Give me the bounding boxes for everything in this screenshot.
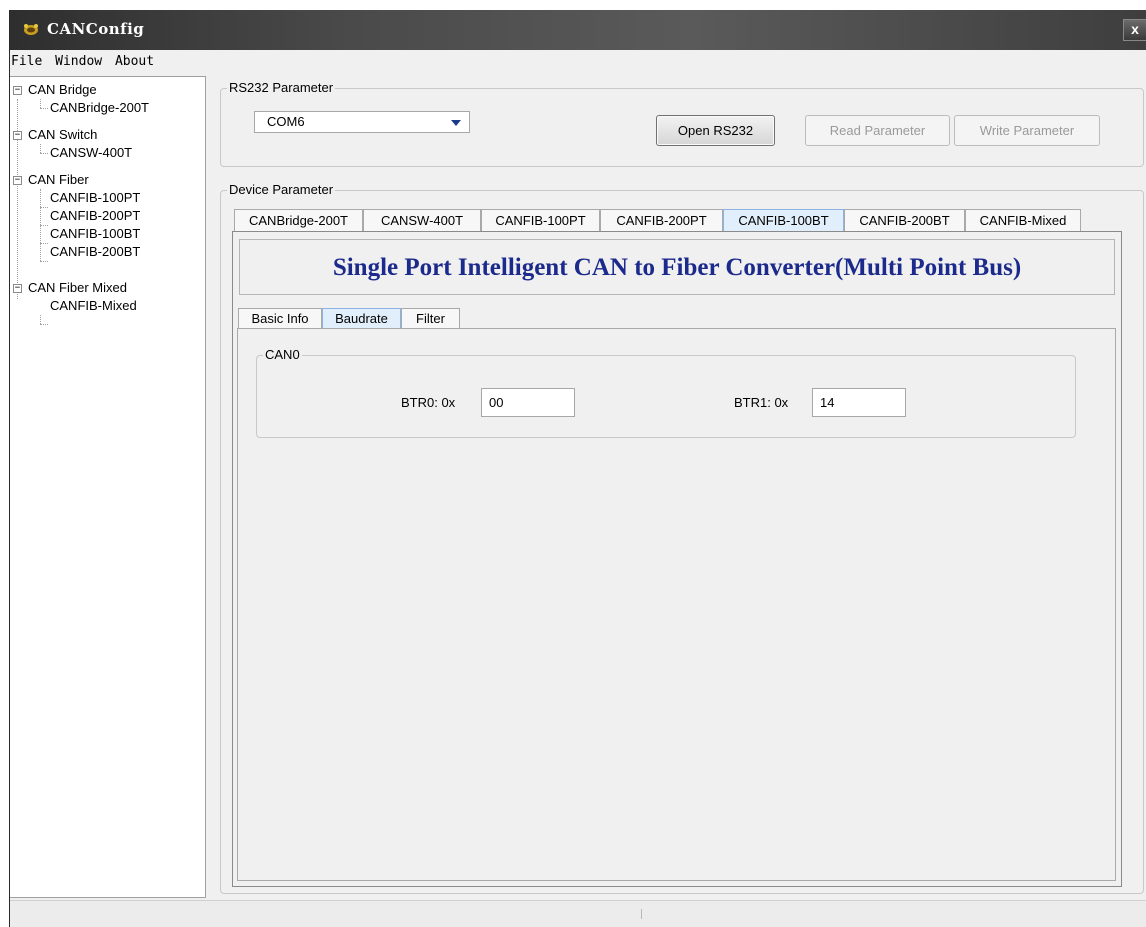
rs232-parameter-group: RS232 Parameter COM6 Open RS232 Read Par… bbox=[220, 80, 1144, 167]
btr0-label: BTR0: 0x bbox=[401, 395, 456, 410]
subtab-filter[interactable]: Filter bbox=[401, 308, 460, 328]
write-parameter-button[interactable]: Write Parameter bbox=[954, 115, 1100, 146]
title-bar[interactable]: CANConfig x bbox=[10, 10, 1146, 50]
can0-group-label: CAN0 bbox=[263, 347, 302, 363]
com-port-select[interactable]: COM6 bbox=[254, 111, 470, 133]
tree-group-can-bridge[interactable]: − CAN Bridge bbox=[13, 81, 97, 99]
tab-canfib-100bt[interactable]: CANFIB-100BT bbox=[723, 209, 844, 231]
rs232-group-label: RS232 Parameter bbox=[227, 80, 336, 96]
tree-item-canfib-mixed[interactable]: CANFIB-Mixed bbox=[50, 297, 137, 315]
tab-canfib-100pt[interactable]: CANFIB-100PT bbox=[481, 209, 600, 231]
btr1-label: BTR1: 0x bbox=[734, 395, 789, 410]
status-bar bbox=[10, 900, 1146, 927]
tab-canfib-200pt[interactable]: CANFIB-200PT bbox=[600, 209, 723, 231]
menu-file[interactable]: File bbox=[9, 50, 45, 69]
tree-item-canfib-100bt[interactable]: CANFIB-100BT bbox=[50, 225, 140, 243]
tree-item-canfib-200bt[interactable]: CANFIB-200BT bbox=[50, 243, 140, 261]
tree-group-label: CAN Switch bbox=[28, 127, 98, 142]
collapse-icon[interactable]: − bbox=[13, 176, 22, 186]
tree-group-can-fiber-mixed[interactable]: − CAN Fiber Mixed bbox=[13, 279, 127, 297]
can0-group: CAN0 bbox=[256, 347, 1076, 438]
tree-group-label: CAN Fiber Mixed bbox=[28, 280, 127, 295]
device-tree[interactable]: − CAN Bridge CANBridge-200T − CAN Switch C… bbox=[10, 76, 206, 898]
chevron-down-icon[interactable] bbox=[451, 120, 461, 126]
tree-item-canfib-100pt[interactable]: CANFIB-100PT bbox=[50, 189, 140, 207]
tree-item-canfib-200pt[interactable]: CANFIB-200PT bbox=[50, 207, 140, 225]
menu-bar: File Window About bbox=[10, 50, 1146, 72]
collapse-icon[interactable]: − bbox=[13, 131, 22, 141]
status-separator bbox=[641, 909, 642, 919]
tree-group-label: CAN Bridge bbox=[28, 82, 97, 97]
read-parameter-button[interactable]: Read Parameter bbox=[805, 115, 950, 146]
tab-canfib-200bt[interactable]: CANFIB-200BT bbox=[844, 209, 965, 231]
window-title: CANConfig bbox=[47, 20, 145, 38]
tree-item-canbridge-200t[interactable]: CANBridge-200T bbox=[50, 99, 149, 117]
tab-canfib-mixed[interactable]: CANFIB-Mixed bbox=[965, 209, 1081, 231]
tree-item-cansw-400t[interactable]: CANSW-400T bbox=[50, 144, 132, 162]
com-port-value: COM6 bbox=[267, 114, 305, 129]
tab-cansw-400t[interactable]: CANSW-400T bbox=[363, 209, 481, 231]
tab-canbridge-200t[interactable]: CANBridge-200T bbox=[234, 209, 363, 231]
tree-group-can-fiber[interactable]: − CAN Fiber bbox=[13, 171, 89, 189]
menu-window[interactable]: Window bbox=[53, 50, 105, 69]
subtab-basic-info[interactable]: Basic Info bbox=[238, 308, 322, 328]
collapse-icon[interactable]: − bbox=[13, 284, 22, 294]
device-group-label: Device Parameter bbox=[227, 182, 336, 198]
tree-group-label: CAN Fiber bbox=[28, 172, 89, 187]
collapse-icon[interactable]: − bbox=[13, 86, 22, 96]
btr0-input[interactable] bbox=[481, 388, 575, 417]
menu-about[interactable]: About bbox=[113, 50, 157, 69]
tree-group-can-switch[interactable]: − CAN Switch bbox=[13, 126, 97, 144]
device-banner-title: Single Port Intelligent CAN to Fiber Con… bbox=[239, 239, 1115, 295]
close-button[interactable]: x bbox=[1123, 19, 1146, 41]
btr1-input[interactable] bbox=[812, 388, 906, 417]
app-logo-icon bbox=[24, 24, 38, 35]
subtab-baudrate[interactable]: Baudrate bbox=[322, 308, 401, 328]
open-rs232-button[interactable]: Open RS232 bbox=[656, 115, 775, 146]
